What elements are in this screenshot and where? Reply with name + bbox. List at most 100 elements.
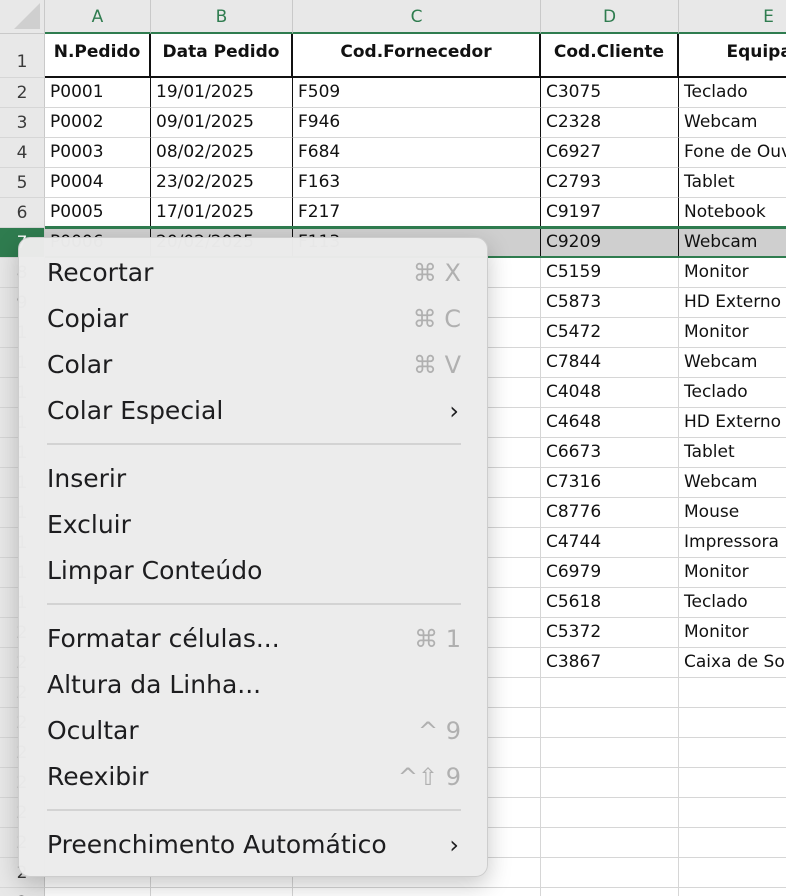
table-cell[interactable]: F217 <box>293 198 541 228</box>
table-cell[interactable]: P0002 <box>45 108 151 138</box>
row-header[interactable]: 2 <box>0 78 45 108</box>
table-cell[interactable] <box>541 828 679 858</box>
table-cell[interactable]: C7316 <box>541 468 679 498</box>
table-cell[interactable] <box>541 708 679 738</box>
table-header-cell[interactable]: Equipam <box>679 34 786 78</box>
table-cell[interactable] <box>541 768 679 798</box>
table-cell[interactable]: F684 <box>293 138 541 168</box>
menu-item-colar-especial[interactable]: Colar Especial › <box>19 388 489 434</box>
table-cell[interactable] <box>679 798 786 828</box>
table-cell[interactable] <box>541 678 679 708</box>
column-header-c[interactable]: C <box>293 0 541 34</box>
row-header[interactable]: 1 <box>0 34 45 78</box>
column-header-b[interactable]: B <box>151 0 293 34</box>
table-cell[interactable] <box>151 888 293 896</box>
table-cell[interactable]: Monitor <box>679 558 786 588</box>
table-cell[interactable]: Monitor <box>679 618 786 648</box>
table-cell[interactable]: Caixa de Sor <box>679 648 786 678</box>
table-cell[interactable]: C2328 <box>541 108 679 138</box>
row-header[interactable]: 6 <box>0 198 45 228</box>
menu-item-colar[interactable]: Colar ⌘ V <box>19 342 489 388</box>
table-cell[interactable]: Teclado <box>679 588 786 618</box>
table-cell[interactable] <box>679 858 786 888</box>
table-cell[interactable]: C3075 <box>541 78 679 108</box>
menu-item-preenchimento-automatico[interactable]: Preenchimento Automático › <box>19 822 489 868</box>
table-cell[interactable]: Webcam <box>679 348 786 378</box>
table-cell[interactable]: C5159 <box>541 258 679 288</box>
table-cell[interactable]: P0005 <box>45 198 151 228</box>
table-cell[interactable]: F163 <box>293 168 541 198</box>
table-cell[interactable]: C5873 <box>541 288 679 318</box>
table-cell[interactable]: C4048 <box>541 378 679 408</box>
table-cell[interactable]: C3867 <box>541 648 679 678</box>
table-cell[interactable]: P0004 <box>45 168 151 198</box>
table-cell[interactable] <box>679 888 786 896</box>
table-cell[interactable]: C9209 <box>541 228 679 258</box>
table-cell[interactable]: 17/01/2025 <box>151 198 293 228</box>
column-header-d[interactable]: D <box>541 0 679 34</box>
table-cell[interactable] <box>541 888 679 896</box>
table-cell[interactable] <box>679 738 786 768</box>
table-cell[interactable]: F946 <box>293 108 541 138</box>
table-cell[interactable]: Impressora <box>679 528 786 558</box>
menu-item-inserir[interactable]: Inserir <box>19 456 489 502</box>
table-cell[interactable] <box>679 708 786 738</box>
table-cell[interactable]: C6927 <box>541 138 679 168</box>
table-cell[interactable]: Notebook <box>679 198 786 228</box>
table-header-cell[interactable]: Data Pedido <box>151 34 293 78</box>
row-header[interactable]: 4 <box>0 138 45 168</box>
table-cell[interactable]: Webcam <box>679 108 786 138</box>
table-cell[interactable]: Tablet <box>679 438 786 468</box>
table-cell[interactable]: C5618 <box>541 588 679 618</box>
table-cell[interactable] <box>679 828 786 858</box>
table-cell[interactable]: Webcam <box>679 228 786 258</box>
table-cell[interactable]: Monitor <box>679 318 786 348</box>
row-header[interactable]: 3 <box>0 108 45 138</box>
row-header[interactable]: 5 <box>0 168 45 198</box>
table-cell[interactable]: Monitor <box>679 258 786 288</box>
table-header-cell[interactable]: Cod.Fornecedor <box>293 34 541 78</box>
menu-item-recortar[interactable]: Recortar ⌘ X <box>19 250 489 296</box>
table-cell[interactable]: C6673 <box>541 438 679 468</box>
table-cell[interactable] <box>541 858 679 888</box>
table-cell[interactable]: HD Externo <box>679 408 786 438</box>
table-cell[interactable]: F509 <box>293 78 541 108</box>
menu-item-ocultar[interactable]: Ocultar ^ 9 <box>19 708 489 754</box>
menu-item-copiar[interactable]: Copiar ⌘ C <box>19 296 489 342</box>
table-cell[interactable]: C4648 <box>541 408 679 438</box>
row-header[interactable]: 2 <box>0 888 45 896</box>
table-cell[interactable]: Mouse <box>679 498 786 528</box>
menu-item-formatar-celulas[interactable]: Formatar células... ⌘ 1 <box>19 616 489 662</box>
table-cell[interactable]: 19/01/2025 <box>151 78 293 108</box>
menu-item-limpar-conteudo[interactable]: Limpar Conteúdo <box>19 548 489 594</box>
table-cell[interactable]: C2793 <box>541 168 679 198</box>
menu-item-altura-da-linha[interactable]: Altura da Linha... <box>19 662 489 708</box>
select-all-corner[interactable] <box>0 0 45 34</box>
table-cell[interactable] <box>679 768 786 798</box>
table-cell[interactable]: 08/02/2025 <box>151 138 293 168</box>
table-cell[interactable]: C9197 <box>541 198 679 228</box>
table-cell[interactable]: Fone de Ouv <box>679 138 786 168</box>
table-cell[interactable] <box>679 678 786 708</box>
table-cell[interactable]: Teclado <box>679 78 786 108</box>
table-cell[interactable]: C6979 <box>541 558 679 588</box>
table-cell[interactable]: Teclado <box>679 378 786 408</box>
table-cell[interactable]: 23/02/2025 <box>151 168 293 198</box>
table-cell[interactable]: C5472 <box>541 318 679 348</box>
menu-item-reexibir[interactable]: Reexibir ^⇧ 9 <box>19 754 489 800</box>
table-cell[interactable]: HD Externo <box>679 288 786 318</box>
table-header-cell[interactable]: Cod.Cliente <box>541 34 679 78</box>
table-cell[interactable]: P0003 <box>45 138 151 168</box>
table-cell[interactable]: P0001 <box>45 78 151 108</box>
table-cell[interactable]: C5372 <box>541 618 679 648</box>
table-cell[interactable] <box>541 738 679 768</box>
table-cell[interactable]: C8776 <box>541 498 679 528</box>
table-cell[interactable]: Tablet <box>679 168 786 198</box>
menu-item-excluir[interactable]: Excluir <box>19 502 489 548</box>
column-header-e[interactable]: E <box>679 0 786 34</box>
table-cell[interactable]: C4744 <box>541 528 679 558</box>
table-header-cell[interactable]: N.Pedido <box>45 34 151 78</box>
table-cell[interactable]: C7844 <box>541 348 679 378</box>
table-cell[interactable]: 09/01/2025 <box>151 108 293 138</box>
column-header-a[interactable]: A <box>45 0 151 34</box>
